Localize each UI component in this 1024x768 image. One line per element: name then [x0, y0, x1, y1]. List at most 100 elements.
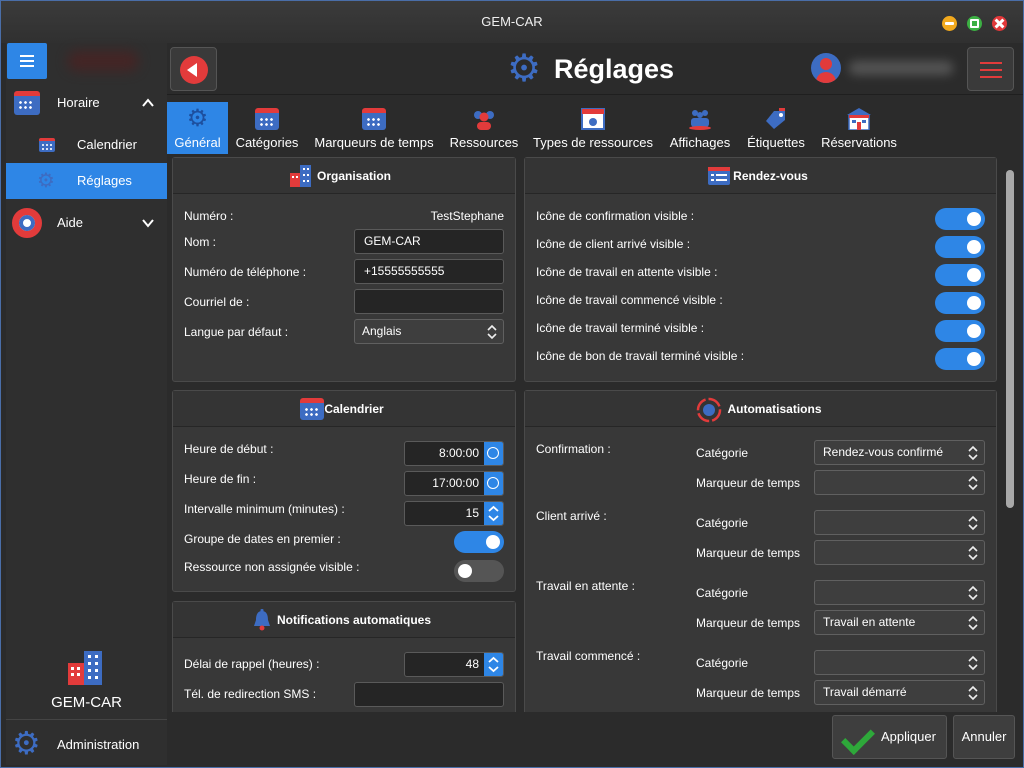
apply-button[interactable]: Appliquer	[832, 715, 947, 759]
checkmark-icon	[845, 726, 875, 748]
courriel-label: Courriel de :	[184, 295, 250, 309]
numero-value: TestStephane	[430, 209, 504, 223]
finished-work-icon-visible-toggle[interactable]	[935, 320, 985, 342]
tab-general[interactable]: ⚙ Général	[167, 102, 228, 154]
sidebar-item-aide[interactable]: Aide	[6, 205, 167, 241]
select-value: Travail en attente	[823, 615, 916, 629]
hamburger-icon	[20, 55, 34, 57]
travail-attente-categorie-select[interactable]	[814, 580, 985, 605]
confirmation-icon-visible-label: Icône de confirmation visible :	[536, 209, 695, 223]
maximize-button[interactable]	[967, 16, 982, 31]
tab-label: Ressources	[449, 135, 519, 150]
calendar-icon	[255, 108, 279, 130]
client-arrive-marqueur-select[interactable]	[814, 540, 985, 565]
confirmation-marqueur-select[interactable]	[814, 470, 985, 495]
tab-reservations[interactable]: Réservations	[812, 102, 906, 154]
tab-label: Marqueurs de temps	[314, 135, 434, 150]
spinner-icon[interactable]	[484, 502, 503, 525]
up-down-chevron-icon	[968, 513, 978, 535]
delai-rappel-stepper[interactable]: 48	[404, 652, 504, 677]
client-arrived-icon-visible-label: Icône de client arrivé visible :	[536, 237, 691, 251]
minimize-button[interactable]	[942, 16, 957, 31]
automation-confirmation-label: Confirmation :	[536, 442, 611, 456]
apply-button-label: Appliquer	[881, 729, 936, 744]
sliders-icon-bar	[980, 69, 1002, 71]
travail-commence-marqueur-select[interactable]: Travail démarré	[814, 680, 985, 705]
sidebar-item-horaire[interactable]: Horaire	[6, 85, 167, 121]
gem-car-logo-icon	[68, 651, 104, 688]
settings-menu-button[interactable]	[967, 47, 1014, 91]
up-down-chevron-icon	[487, 322, 497, 344]
sidebar-item-administration[interactable]: ⚙ Administration	[6, 719, 167, 765]
back-button[interactable]	[170, 47, 217, 91]
finished-workorder-icon-visible-label: Icône de bon de travail terminé visible …	[536, 349, 745, 363]
groupe-dates-toggle[interactable]	[454, 531, 504, 553]
categorie-label: Catégorie	[696, 446, 749, 460]
panel-header: Calendrier	[173, 391, 515, 427]
panel-organisation: Organisation Numéro : TestStephane Nom :…	[172, 157, 516, 382]
confirmation-icon-visible-toggle[interactable]	[935, 208, 985, 230]
started-work-icon-visible-toggle[interactable]	[935, 292, 985, 314]
tab-types-de-ressources[interactable]: Types de ressources	[526, 102, 660, 154]
tab-categories[interactable]: Catégories	[228, 102, 306, 154]
ressource-non-assignee-toggle[interactable]	[454, 560, 504, 582]
up-down-chevron-icon	[968, 443, 978, 465]
intervalle-stepper[interactable]: 15	[404, 501, 504, 526]
finished-workorder-icon-visible-toggle[interactable]	[935, 348, 985, 370]
spinner-icon[interactable]	[484, 653, 503, 676]
confirmation-categorie-select[interactable]: Rendez-vous confirmé	[814, 440, 985, 465]
tab-marqueurs-de-temps[interactable]: Marqueurs de temps	[306, 102, 442, 154]
calendar-icon	[14, 91, 40, 115]
client-arrive-categorie-select[interactable]	[814, 510, 985, 535]
numero-label: Numéro :	[184, 209, 234, 223]
nom-input[interactable]: GEM-CAR	[354, 229, 504, 254]
close-button[interactable]	[992, 16, 1007, 31]
marqueur-label: Marqueur de temps	[696, 686, 801, 700]
sidebar-item-reglages[interactable]: ⚙ Réglages	[6, 163, 167, 199]
panel-title: Rendez-vous	[733, 169, 808, 183]
scrollbar-thumb[interactable]	[1006, 170, 1014, 508]
reservation-building-icon	[847, 108, 871, 131]
travail-attente-marqueur-select[interactable]: Travail en attente	[814, 610, 985, 635]
panel-notifications-automatiques: Notifications automatiques Délai de rapp…	[172, 601, 516, 712]
sms-redirection-input[interactable]	[354, 682, 504, 707]
cancel-button[interactable]: Annuler	[953, 715, 1015, 759]
travail-commence-categorie-select[interactable]	[814, 650, 985, 675]
telephone-input[interactable]: +15555555555	[354, 259, 504, 284]
hamburger-icon-bar	[20, 60, 34, 62]
page-header: ⚙ Réglages	[167, 43, 1023, 95]
courriel-input[interactable]	[354, 289, 504, 314]
waiting-work-icon-visible-toggle[interactable]	[935, 264, 985, 286]
tab-affichages[interactable]: Affichages	[660, 102, 740, 154]
display-people-icon	[688, 108, 712, 130]
tab-etiquettes[interactable]: Étiquettes	[740, 102, 812, 154]
sliders-icon	[980, 62, 1002, 64]
sidebar-item-label: Aide	[57, 215, 84, 230]
sidebar-item-calendrier[interactable]: Calendrier	[6, 127, 167, 163]
heure-fin-input[interactable]: 17:00:00	[404, 471, 504, 496]
heure-debut-input[interactable]: 8:00:00	[404, 441, 504, 466]
panel-title: Calendrier	[324, 402, 384, 416]
clock-icon[interactable]	[484, 472, 503, 495]
app-window: GEM-CAR Horaire Calendrier ⚙ Réglages Ai…	[0, 0, 1024, 768]
window-title: GEM-CAR	[481, 14, 543, 29]
up-down-chevron-icon	[968, 683, 978, 705]
tab-ressources[interactable]: Ressources	[442, 102, 526, 154]
settings-tabs: ⚙ Général Catégories Marqueurs de temps …	[167, 102, 1023, 154]
langue-label: Langue par défaut :	[184, 325, 289, 339]
sidebar-item-label: Réglages	[77, 173, 132, 188]
clock-icon[interactable]	[484, 442, 503, 465]
langue-select[interactable]: Anglais	[354, 319, 504, 344]
gear-icon: ⚙	[507, 48, 542, 90]
avatar[interactable]	[811, 53, 841, 83]
blurred-username	[849, 61, 953, 75]
heure-fin-value: 17:00:00	[432, 476, 479, 490]
vertical-scrollbar[interactable]	[1005, 158, 1015, 710]
categorie-label: Catégorie	[696, 516, 749, 530]
client-arrived-icon-visible-toggle[interactable]	[935, 236, 985, 258]
hamburger-menu-button[interactable]	[7, 43, 47, 79]
ressource-non-assignee-label: Ressource non assignée visible :	[184, 560, 360, 574]
marqueur-label: Marqueur de temps	[696, 616, 801, 630]
telephone-label: Numéro de téléphone :	[184, 265, 307, 279]
sidebar-item-label: Administration	[57, 737, 140, 752]
